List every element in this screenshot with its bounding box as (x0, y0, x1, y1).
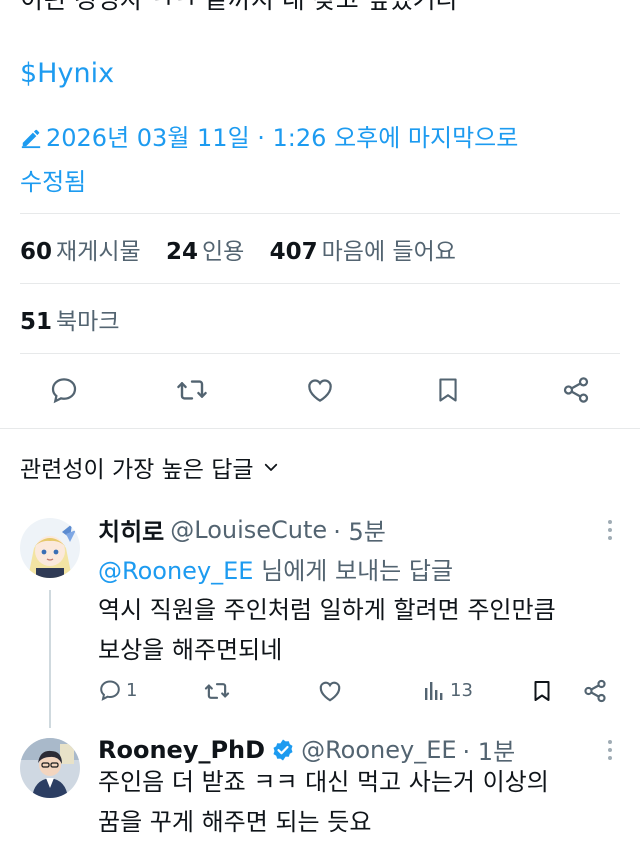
reply-share-button[interactable] (582, 678, 608, 704)
reply-to-mention[interactable]: @Rooney_EE (98, 557, 253, 585)
reply-text: 역시 직원을 주인처럼 일하게 할려면 주인만큼 보상을 해주면되네 (98, 590, 618, 670)
tweet-action-bar (0, 368, 640, 412)
reply-views-button[interactable]: 13 (424, 678, 473, 702)
thread-line (49, 590, 51, 728)
likes-label: 마음에 들어요 (321, 239, 456, 265)
bookmarks-count: 51 (20, 309, 53, 335)
divider (0, 428, 640, 429)
bookmarks-stat[interactable]: 51 북마크 (20, 302, 138, 336)
repost-icon (177, 380, 207, 400)
reply-repost-button[interactable] (204, 678, 230, 704)
bookmark-button[interactable] (426, 368, 470, 412)
reply-reply-button[interactable]: 1 (98, 678, 137, 702)
like-icon (308, 379, 332, 402)
divider (20, 353, 620, 354)
like-icon (319, 681, 341, 702)
avatar[interactable] (20, 518, 80, 578)
display-name[interactable]: 치히로 (98, 512, 164, 547)
repost-button[interactable] (170, 368, 214, 412)
bookmark-icon (439, 378, 457, 402)
more-icon (608, 740, 612, 760)
reply-text-line1: 역시 직원을 주인처럼 일하게 할려면 주인만큼 (98, 596, 556, 624)
avatar[interactable] (20, 738, 80, 798)
reply-text: 주인음 더 받죠 ㅋㅋ 대신 먹고 사는거 이상의 꿈을 꾸게 해주면 되는 듯… (98, 762, 618, 842)
reposts-stat[interactable]: 60 재게시물 (20, 239, 159, 265)
likes-count: 407 (269, 239, 318, 265)
tweet-stats: 60 재게시물 24 인용 407 마음에 들어요 (20, 232, 474, 266)
bookmarks-label: 북마크 (56, 309, 120, 335)
reply-sort-dropdown[interactable]: 관련성이 가장 높은 답글 (20, 450, 280, 484)
more-options-button[interactable] (598, 738, 622, 762)
reply-icon (51, 378, 77, 404)
reposts-label: 재게시물 (56, 239, 141, 265)
reply-header: 치히로 @LouiseCute · 5분 (98, 512, 386, 547)
pencil-icon (21, 129, 41, 149)
illustrated-avatar-image (20, 738, 80, 798)
share-button[interactable] (554, 368, 598, 412)
reposts-count: 60 (20, 239, 53, 265)
reply-text-line2: 꿈을 꾸게 해주면 되는 듯요 (98, 808, 372, 836)
repost-icon (204, 683, 230, 699)
display-name[interactable]: Rooney_PhD (98, 736, 265, 764)
cashtag-link[interactable]: $Hynix (20, 58, 114, 89)
reply-icon (100, 680, 120, 701)
reply-text-line2: 보상을 해주면되네 (98, 636, 283, 664)
edited-text-line1: 2026년 03월 11일 · 1:26 오후에 마지막으로 (46, 124, 519, 152)
reply-like-button[interactable] (317, 678, 343, 704)
reply-bookmark-button[interactable] (530, 678, 554, 704)
reply-text-line1: 주인음 더 받죠 ㅋㅋ 대신 먹고 사는거 이상의 (98, 768, 549, 796)
reply-to-suffix: 님에게 보내는 답글 (261, 557, 454, 585)
edited-notice[interactable]: 2026년 03월 11일 · 1:26 오후에 마지막으로 수정됨 (20, 116, 620, 204)
view-count: 13 (450, 679, 473, 701)
chevron-down-icon (264, 463, 277, 471)
bookmark-icon (534, 681, 550, 701)
divider (20, 213, 620, 214)
reply-button[interactable] (42, 368, 86, 412)
reply-count: 1 (126, 679, 138, 701)
share-icon (584, 679, 606, 703)
likes-stat[interactable]: 407 마음에 들어요 (270, 239, 474, 265)
edited-text-line2: 수정됨 (20, 168, 87, 196)
share-icon (563, 377, 589, 403)
quotes-count: 24 (165, 239, 198, 265)
like-button[interactable] (298, 368, 342, 412)
user-handle[interactable]: @LouiseCute (170, 516, 327, 544)
user-handle[interactable]: @Rooney_EE (301, 736, 456, 764)
timestamp[interactable]: · 5분 (333, 512, 386, 547)
views-icon (425, 682, 443, 700)
quotes-label: 인용 (201, 239, 245, 265)
replying-to: @Rooney_EE 님에게 보내는 답글 (98, 551, 453, 586)
anime-avatar-image (20, 518, 80, 578)
reply-sort-label: 관련성이 가장 높은 답글 (20, 457, 254, 483)
quotes-stat[interactable]: 24 인용 (166, 239, 262, 265)
verified-badge-icon (273, 739, 293, 760)
more-icon (608, 520, 612, 540)
more-options-button[interactable] (598, 518, 622, 542)
divider (20, 283, 620, 284)
tweet-text-cut: 이런 경영자 ㅋㅋ 끝까지 내 갖고 싶었기다 (20, 0, 459, 16)
